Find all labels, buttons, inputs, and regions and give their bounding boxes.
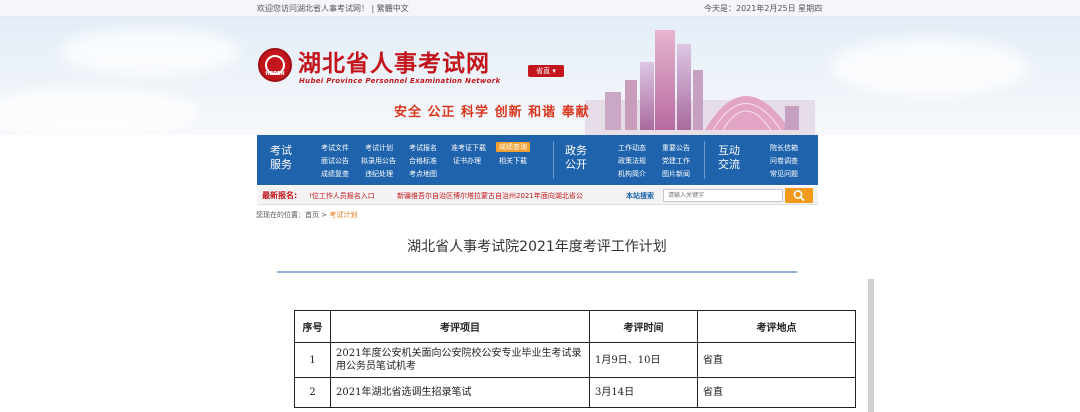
nav-link-discipline[interactable]: 违纪处理 bbox=[365, 169, 393, 179]
table-cell: 省直 bbox=[697, 377, 856, 408]
scrollbar[interactable] bbox=[868, 279, 874, 412]
nav-category-interaction: 互动 交流 bbox=[718, 144, 740, 171]
table-header-row: 序号 考评项目 考评时间 考评地点 bbox=[294, 310, 856, 343]
header-banner: HBPEN 湖北省人事考试网 Hubei Province Personnel … bbox=[0, 17, 1080, 135]
top-bar: 欢迎您访问湖北省人事考试网！ | 繁體中文 今天是：2021年2月25日 星期四 bbox=[0, 0, 1080, 17]
breadcrumb-current[interactable]: 考试计划 bbox=[329, 211, 357, 219]
table-cell: 2021年度公安机关面向公安院校公安专业毕业生考试录用公务员笔试机考 bbox=[330, 342, 590, 378]
site-logo[interactable]: HBPEN bbox=[258, 48, 292, 82]
nav-category-gov-affairs: 政务 公开 bbox=[565, 144, 587, 171]
nav-link-work-news[interactable]: 工作动态 bbox=[618, 143, 646, 153]
table-cell: 省直 bbox=[697, 342, 856, 378]
nav-link-pass-standard[interactable]: 合格标准 bbox=[409, 156, 437, 166]
nav-link-score-recheck[interactable]: 成绩复查 bbox=[321, 169, 349, 179]
nav-link-org-intro[interactable]: 机构简介 bbox=[618, 169, 646, 179]
date-text: 今天是：2021年2月25日 星期四 bbox=[704, 4, 823, 13]
table-row: 1 2021年度公安机关面向公安院校公安专业毕业生考试录用公务员笔试机考 1月9… bbox=[294, 342, 856, 378]
welcome-text: 欢迎您访问湖北省人事考试网！ | 繁體中文 bbox=[257, 4, 409, 13]
table-cell: 1 bbox=[294, 342, 331, 378]
nav-link-venue-map[interactable]: 考点地图 bbox=[409, 169, 437, 179]
table-cell: 2021年湖北省选调生招录笔试 bbox=[330, 377, 590, 408]
nav-link-policies[interactable]: 政策法规 bbox=[618, 156, 646, 166]
news-ticker-item[interactable]: 新疆维吾尔自治区博尔塔拉蒙古自治州2021年面向湖北省公 bbox=[397, 191, 604, 201]
search-button[interactable] bbox=[785, 188, 813, 203]
column-header: 考评地点 bbox=[697, 310, 856, 343]
nav-link-downloads[interactable]: 相关下载 bbox=[499, 156, 527, 166]
city-skyline-image bbox=[585, 30, 815, 135]
nav-link-faq[interactable]: 常见问题 bbox=[770, 169, 798, 179]
column-header: 考评时间 bbox=[589, 310, 698, 343]
nav-link-exam-plan[interactable]: 考试计划 bbox=[365, 143, 393, 153]
news-ticker-item[interactable]: !位工作人员报名入口 bbox=[309, 191, 375, 201]
site-title[interactable]: 湖北省人事考试网 bbox=[298, 44, 490, 78]
column-header: 考评项目 bbox=[330, 310, 590, 343]
latest-registration-label: 最新报名: bbox=[262, 191, 298, 200]
plan-table: 序号 考评项目 考评时间 考评地点 1 2021年度公安机关面向公安院校公安专业… bbox=[294, 310, 856, 408]
nav-link-exam-docs[interactable]: 考试文件 bbox=[321, 143, 349, 153]
article-title: 湖北省人事考试院2021年度考评工作计划 bbox=[407, 239, 667, 255]
breadcrumb-home-link[interactable]: 首页 bbox=[305, 211, 319, 219]
nav-link-exam-register[interactable]: 考试报名 bbox=[409, 143, 437, 153]
nav-link-score-query[interactable]: 成绩查询 bbox=[496, 142, 530, 152]
region-select-button[interactable]: 省直 ▾ bbox=[528, 65, 564, 77]
search-icon bbox=[793, 190, 805, 201]
nav-link-hiring-notice[interactable]: 拟录用公告 bbox=[361, 156, 396, 166]
search-input[interactable] bbox=[663, 189, 783, 202]
nav-link-admission-ticket[interactable]: 准考证下载 bbox=[451, 143, 486, 153]
title-divider bbox=[277, 271, 797, 273]
table-cell: 3月14日 bbox=[589, 377, 698, 408]
nav-link-photo-news[interactable]: 图片新闻 bbox=[662, 169, 690, 179]
nav-link-president-mailbox[interactable]: 院长信箱 bbox=[770, 143, 798, 153]
column-header: 序号 bbox=[294, 310, 331, 343]
site-search-label: 本站搜索 bbox=[626, 192, 654, 200]
main-nav-panel: 考试 服务 考试文件 考试计划 考试报名 准考证下载 成绩查询 面试公告 拟录用… bbox=[257, 135, 818, 185]
slogan-text: 安全 公正 科学 创新 和谐 奉献 bbox=[394, 105, 590, 120]
nav-link-survey[interactable]: 问卷调查 bbox=[770, 156, 798, 166]
nav-link-important-notice[interactable]: 重要公告 bbox=[662, 143, 690, 153]
nav-category-exam-service: 考试 服务 bbox=[270, 144, 292, 171]
breadcrumb: 您现在的位置：首页 > 考试计划 bbox=[256, 211, 358, 219]
nav-link-certificate[interactable]: 证书办理 bbox=[453, 156, 481, 166]
nav-link-interview-notice[interactable]: 面试公告 bbox=[321, 156, 349, 166]
table-row: 2 2021年湖北省选调生招录笔试 3月14日 省直 bbox=[294, 377, 856, 408]
news-search-bar: 最新报名: !位工作人员报名入口 新疆维吾尔自治区博尔塔拉蒙古自治州2021年面… bbox=[257, 186, 818, 205]
table-cell: 2 bbox=[294, 377, 331, 408]
nav-link-party-work[interactable]: 党建工作 bbox=[662, 156, 690, 166]
table-cell: 1月9日、10日 bbox=[589, 342, 698, 378]
site-subtitle: Hubei Province Personnel Examination Net… bbox=[299, 77, 501, 85]
